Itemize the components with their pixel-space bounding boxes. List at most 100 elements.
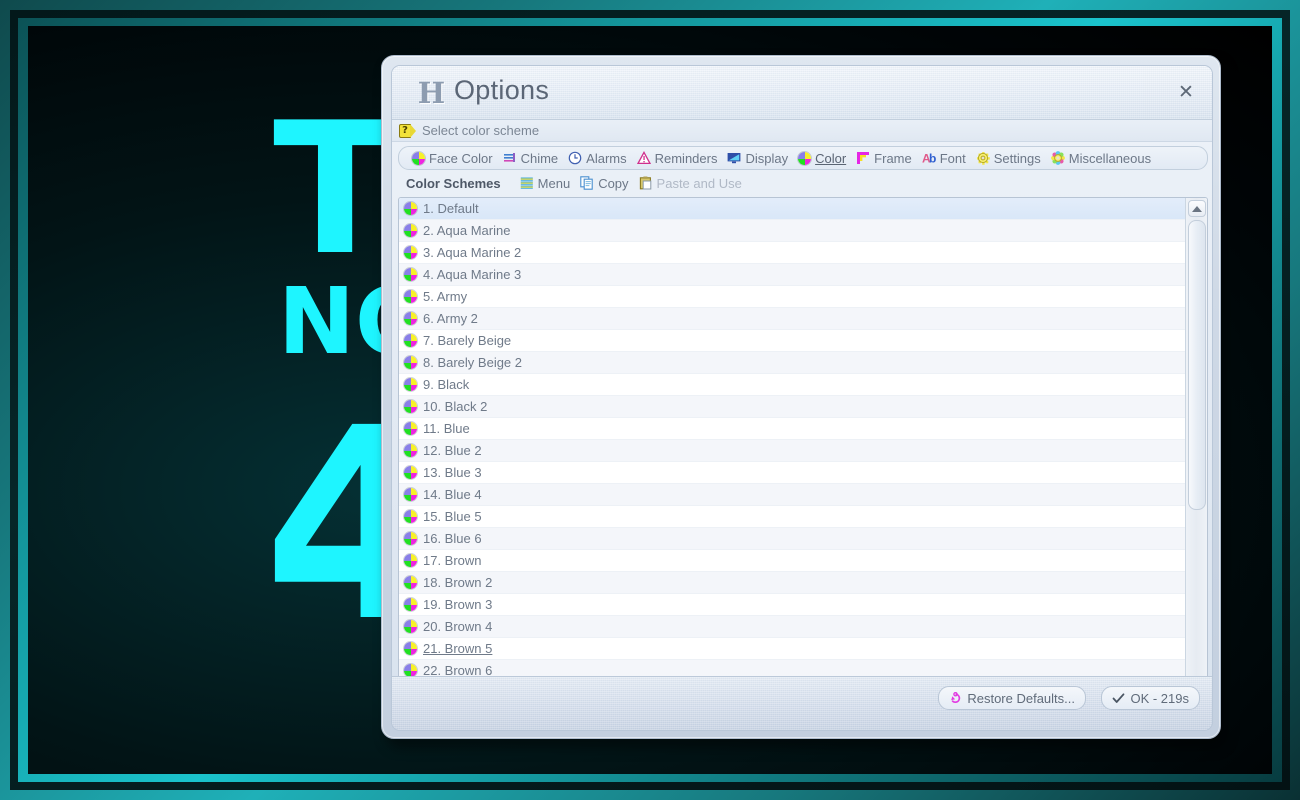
action-paste-and-use: Paste and Use [634, 173, 747, 193]
clipboard-paste-icon [639, 176, 651, 190]
list-item[interactable]: 21. Brown 5 [399, 638, 1186, 660]
tab-label: Display [745, 150, 789, 166]
tab-label: Miscellaneous [1068, 150, 1152, 166]
color-wheel-icon [404, 576, 417, 589]
restore-defaults-label: Restore Defaults... [967, 690, 1075, 706]
options-dialog: H Options ✕ ? Select color scheme Face C… [381, 55, 1221, 739]
list-item[interactable]: 19. Brown 3 [399, 594, 1186, 616]
action-menu[interactable]: Menu [515, 173, 576, 193]
list-item[interactable]: 2. Aqua Marine [399, 220, 1186, 242]
list-item[interactable]: 20. Brown 4 [399, 616, 1186, 638]
dialog-body: H Options ✕ ? Select color scheme Face C… [391, 65, 1213, 731]
color-scheme-list: 1. Default 2. Aqua Marine 3. Aqua Marine 2… [398, 197, 1208, 730]
action-bar-title: Color Schemes [406, 175, 501, 191]
hint-bar: ? Select color scheme [392, 120, 1212, 142]
restore-defaults-button[interactable]: Restore Defaults... [938, 686, 1086, 710]
close-icon[interactable]: ✕ [1172, 78, 1200, 106]
list-item-label: 3. Aqua Marine 2 [423, 245, 522, 260]
list-item[interactable]: 14. Blue 4 [399, 484, 1186, 506]
tab-settings[interactable]: Settings [971, 148, 1046, 168]
list-item[interactable]: 10. Black 2 [399, 396, 1186, 418]
tab-label: Chime [520, 150, 559, 166]
tab-color[interactable]: Color [793, 148, 851, 168]
list-item[interactable]: 4. Aqua Marine 3 [399, 264, 1186, 286]
tab-strip: Face Color Chime Alarms Reminders Display Col… [398, 146, 1208, 170]
color-wheel-icon [404, 642, 417, 655]
list-item-label: 16. Blue 6 [423, 531, 482, 546]
list-item-label: 15. Blue 5 [423, 509, 482, 524]
list-item[interactable]: 11. Blue [399, 418, 1186, 440]
tab-label: Font [939, 150, 966, 166]
tab-alarms[interactable]: Alarms [563, 148, 631, 168]
list-item-label: 17. Brown [423, 553, 482, 568]
scroll-up-button[interactable] [1188, 200, 1206, 217]
list-item-label: 21. Brown 5 [423, 641, 493, 656]
color-wheel-icon [404, 290, 417, 303]
list-item-label: 9. Black [423, 377, 470, 392]
tab-miscellaneous[interactable]: Miscellaneous [1046, 148, 1156, 168]
chime-icon [503, 153, 515, 162]
action-copy[interactable]: Copy [575, 173, 633, 193]
app-logo-icon: H [417, 76, 445, 110]
monitor-icon [728, 153, 741, 164]
color-wheel-icon [404, 444, 417, 457]
gear-icon [976, 152, 990, 165]
copy-icon [580, 176, 593, 190]
color-wheel-icon [404, 532, 417, 545]
list-item[interactable]: 18. Brown 2 [399, 572, 1186, 594]
list-item-label: 8. Barely Beige 2 [423, 355, 523, 370]
list-item[interactable]: 6. Army 2 [399, 308, 1186, 330]
tab-label: Reminders [654, 150, 718, 166]
tab-display[interactable]: Display [722, 148, 793, 168]
color-wheel-icon [404, 202, 417, 215]
list-item-label: 6. Army 2 [423, 311, 478, 326]
action-label: Paste and Use [656, 175, 742, 191]
action-label: Copy [598, 175, 629, 191]
list-item[interactable]: 17. Brown [399, 550, 1186, 572]
list-item-label: 18. Brown 2 [423, 575, 493, 590]
list-item-label: 19. Brown 3 [423, 597, 493, 612]
list-item[interactable]: 13. Blue 3 [399, 462, 1186, 484]
tab-label: Face Color [429, 150, 493, 166]
list-item[interactable]: 15. Blue 5 [399, 506, 1186, 528]
list-item[interactable]: 8. Barely Beige 2 [399, 352, 1186, 374]
list-item-label: 7. Barely Beige [423, 333, 512, 348]
color-wheel-icon [412, 151, 425, 165]
tab-frame[interactable]: Frame [851, 148, 917, 168]
color-wheel-icon [404, 268, 417, 281]
list-item[interactable]: 1. Default [399, 198, 1186, 220]
list-item[interactable]: 7. Barely Beige [399, 330, 1186, 352]
list-item[interactable]: 3. Aqua Marine 2 [399, 242, 1186, 264]
list-item-label: 13. Blue 3 [423, 465, 482, 480]
svg-text:b: b [929, 152, 936, 166]
list-item-label: 5. Army [423, 289, 468, 304]
help-tag-icon: ? [399, 123, 416, 138]
tab-label: Settings [993, 150, 1041, 166]
list-item[interactable]: 9. Black [399, 374, 1186, 396]
color-wheel-icon [404, 510, 417, 523]
tab-chime[interactable]: Chime [498, 148, 564, 168]
list-item[interactable]: 12. Blue 2 [399, 440, 1186, 462]
action-label: Menu [537, 175, 571, 191]
list-item-label: 14. Blue 4 [423, 487, 482, 502]
tab-reminders[interactable]: Reminders [632, 148, 723, 168]
scrollbar-thumb[interactable] [1188, 220, 1206, 510]
color-wheel-icon [798, 151, 812, 165]
tab-face-color[interactable]: Face Color [407, 148, 498, 168]
color-wheel-icon [404, 554, 417, 567]
font-ab-icon: Ab [922, 152, 936, 166]
list-item[interactable]: 5. Army [399, 286, 1186, 308]
color-wheel-icon [404, 378, 417, 391]
list-viewport[interactable]: 1. Default 2. Aqua Marine 3. Aqua Marine 2… [399, 198, 1186, 730]
menu-lines-icon [520, 177, 533, 189]
list-scrollbar[interactable] [1185, 198, 1207, 730]
tab-label: Color [815, 150, 847, 166]
tab-font[interactable]: Ab Font [917, 148, 971, 168]
list-item[interactable]: 16. Blue 6 [399, 528, 1186, 550]
warning-icon [636, 151, 651, 165]
ok-button[interactable]: OK - 219s [1101, 686, 1200, 710]
footer-texture [392, 677, 1212, 730]
color-wheel-icon [404, 620, 417, 633]
color-wheel-icon [404, 334, 417, 347]
color-wheel-icon [404, 312, 417, 325]
